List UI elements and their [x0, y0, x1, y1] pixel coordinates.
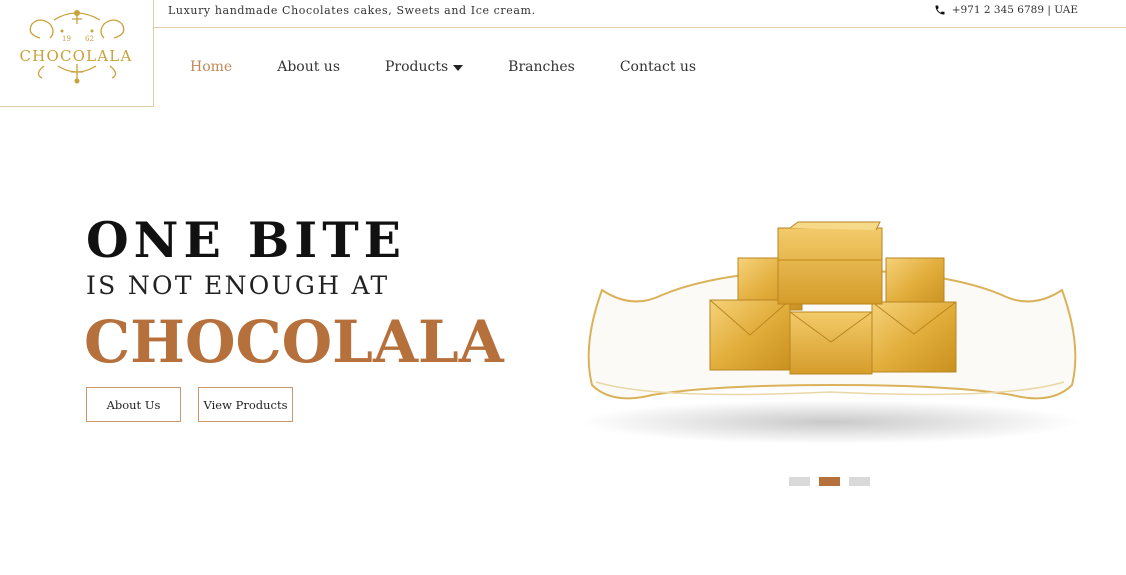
nav-branches[interactable]: Branches [508, 59, 575, 75]
nav-products[interactable]: Products [385, 59, 464, 75]
svg-text:19: 19 [62, 35, 71, 43]
caret-down-icon [453, 65, 464, 71]
nav-about-us[interactable]: About us [277, 59, 340, 75]
nav-home[interactable]: Home [190, 59, 232, 75]
logo-text: CHOCOLALA [19, 47, 132, 65]
hero-subheadline: IS NOT ENOUGH AT [86, 271, 390, 300]
view-products-button[interactable]: View Products [198, 387, 293, 422]
top-bar: Luxury handmade Chocolates cakes, Sweets… [154, 0, 1126, 28]
hero-brand: CHOCOLALA [84, 308, 504, 376]
phone-icon [935, 5, 945, 15]
svg-text:62: 62 [85, 35, 94, 43]
phone-contact[interactable]: +971 2 345 6789 | UAE [934, 4, 1078, 16]
logo-ornament-icon: 19 62 CHOCOLALA [19, 10, 132, 84]
about-us-button[interactable]: About Us [86, 387, 181, 422]
main-nav: Home About us Products Branches Contact … [190, 59, 696, 75]
slider-dot-active[interactable] [819, 477, 840, 486]
slider-dot[interactable] [849, 477, 870, 486]
hero-headline: ONE BITE [86, 211, 407, 269]
slider-pagination [789, 477, 870, 486]
nav-contact-us[interactable]: Contact us [620, 59, 696, 75]
slider-dot[interactable] [789, 477, 810, 486]
tagline: Luxury handmade Chocolates cakes, Sweets… [168, 4, 536, 17]
phone-number: +971 2 345 6789 | UAE [951, 4, 1078, 16]
hero-chocolate-image [580, 221, 1080, 444]
logo[interactable]: 19 62 CHOCOLALA [0, 0, 154, 107]
